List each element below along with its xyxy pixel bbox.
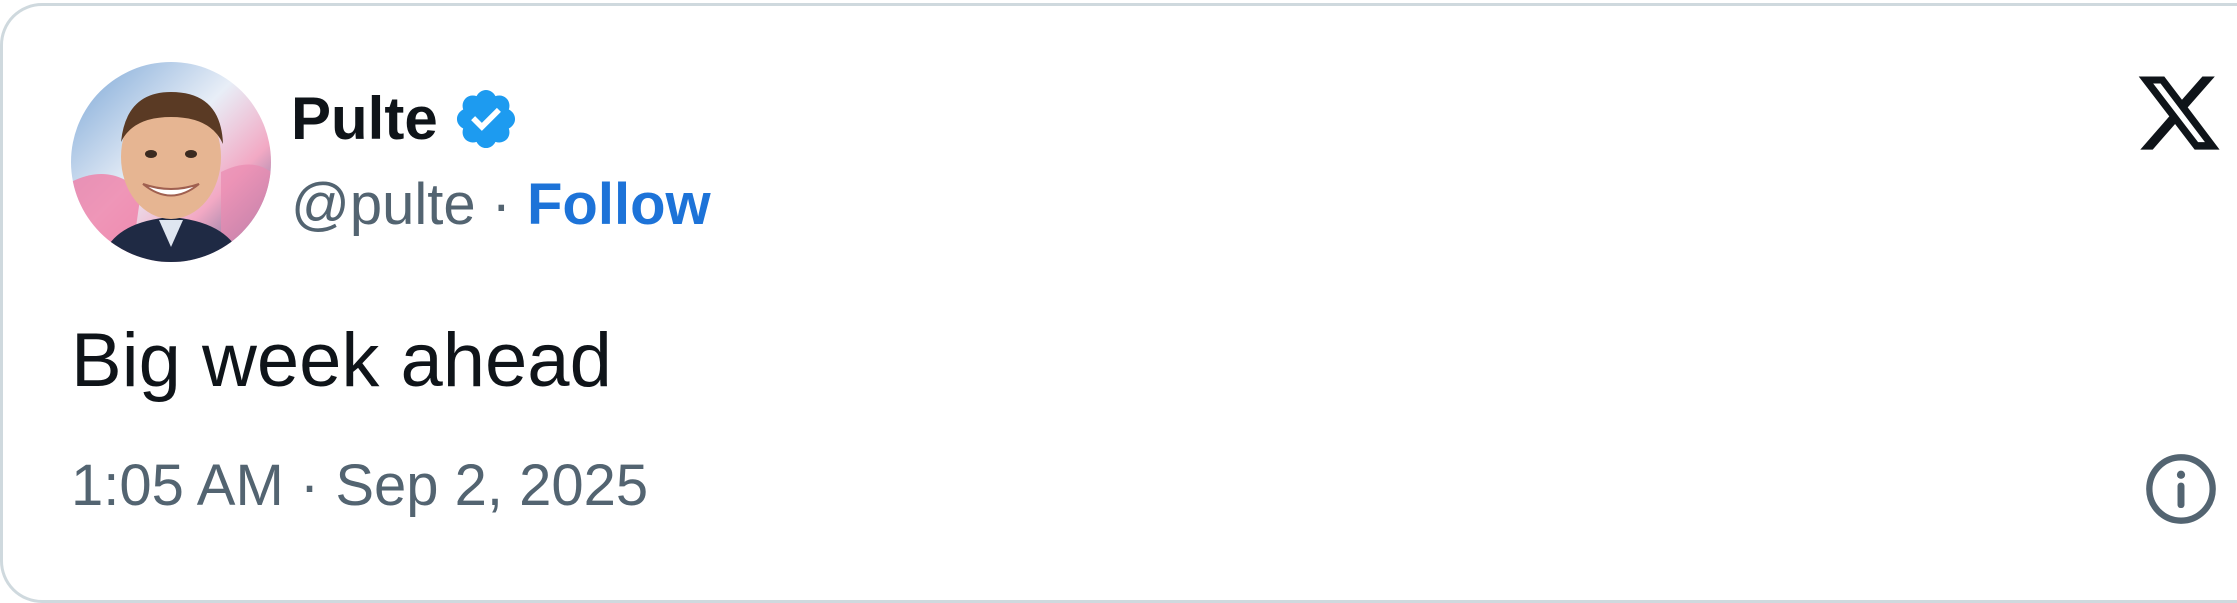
tweet-text: Big week ahead (71, 318, 612, 403)
x-logo-icon[interactable] (2133, 68, 2225, 158)
tweet-timestamp[interactable]: 1:05 AM · Sep 2, 2025 (71, 451, 648, 521)
avatar[interactable] (71, 62, 271, 262)
separator-dot: · (491, 172, 511, 237)
author-name-row: Pulte (291, 84, 520, 154)
follow-button[interactable]: Follow (527, 170, 711, 240)
author-handle-row: @pulte · Follow (291, 170, 711, 240)
info-icon[interactable] (2143, 451, 2219, 527)
verified-badge-icon (452, 85, 520, 153)
author-handle[interactable]: @pulte (291, 170, 476, 240)
avatar-image (71, 62, 271, 262)
author-display-name[interactable]: Pulte (291, 84, 438, 154)
tweet-embed-card: Pulte @pulte · Follow Big week ahead 1:0… (0, 3, 2237, 603)
